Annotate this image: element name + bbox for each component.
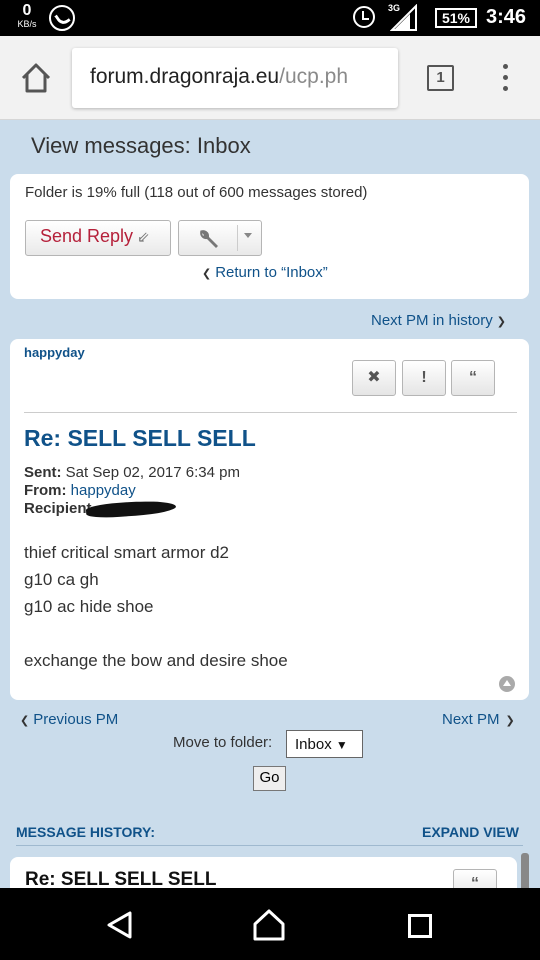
redaction-mark: [85, 498, 176, 520]
status-bar: 0 KB/s 3G 51% 3:46: [0, 0, 540, 36]
url-path: /ucp.ph: [279, 65, 349, 88]
body-line: exchange the bow and desire shoe: [24, 651, 288, 670]
reply-arrow-icon: ⇙: [137, 229, 150, 246]
next-pm-link[interactable]: Next PM ❯: [442, 711, 515, 728]
folder-select-value: Inbox: [295, 736, 332, 753]
next-pm-in-history-link[interactable]: Next PM in history ❯: [371, 312, 506, 329]
network-speed: 0 KB/s: [12, 3, 42, 29]
browser-toolbar: forum.dragonraja.eu/ucp.ph 1: [0, 36, 540, 120]
whatsapp-icon: [49, 5, 75, 31]
signal-icon: [390, 4, 417, 31]
recent-apps-icon[interactable]: [408, 914, 432, 938]
battery-level: 51%: [441, 10, 471, 26]
chevron-left-icon: ❮: [20, 715, 30, 727]
alarm-icon: [353, 6, 375, 28]
sent-value: Sat Sep 02, 2017 6:34 pm: [65, 464, 240, 481]
folder-info: Folder is 19% full (118 out of 600 messa…: [25, 184, 368, 201]
message-history-label: MESSAGE HISTORY:: [16, 824, 155, 840]
delete-button[interactable]: ✖: [352, 360, 396, 396]
chevron-right-icon: ❯: [496, 316, 506, 328]
send-reply-button[interactable]: Send Reply ⇙: [25, 220, 171, 256]
return-to-inbox-link[interactable]: ❮ Return to “Inbox”: [202, 264, 328, 281]
folder-select[interactable]: Inbox ▼: [286, 730, 363, 758]
message-author[interactable]: happyday: [24, 345, 85, 360]
back-to-top-icon[interactable]: [499, 676, 515, 692]
expand-view-link[interactable]: EXPAND VIEW: [422, 824, 519, 840]
network-speed-unit: KB/s: [17, 19, 37, 29]
chevron-down-icon: [244, 233, 252, 238]
url-bar[interactable]: forum.dragonraja.eu/ucp.ph: [72, 48, 398, 108]
move-to-folder-label: Move to folder:: [173, 734, 273, 751]
message-title[interactable]: Re: SELL SELL SELL: [24, 425, 256, 452]
from-link[interactable]: happyday: [71, 482, 136, 499]
system-nav-bar: [0, 888, 540, 960]
tools-separator: [237, 225, 238, 251]
network-speed-value: 0: [22, 2, 32, 19]
body-line: thief critical smart armor d2: [24, 543, 229, 562]
tab-switcher-button[interactable]: 1: [427, 65, 454, 91]
chevron-right-icon: ❯: [505, 715, 515, 727]
body-line: [24, 620, 288, 647]
home-icon[interactable]: [20, 61, 52, 95]
home-nav-icon[interactable]: [252, 908, 286, 942]
next-pm-label: Next PM: [442, 711, 500, 728]
quote-button[interactable]: “: [451, 360, 495, 396]
page-title: View messages: Inbox: [31, 133, 251, 158]
dropdown-arrow-icon: ▼: [335, 738, 348, 752]
back-icon[interactable]: [106, 910, 134, 940]
message-panel: happyday ✖ ! “ Re: SELL SELL SELL Sent: …: [10, 339, 529, 700]
previous-pm-link[interactable]: ❮ Previous PM: [20, 711, 118, 728]
message-meta: Sent: Sat Sep 02, 2017 6:34 pm From: hap…: [24, 464, 240, 520]
body-line: g10 ac hide shoe: [24, 597, 154, 616]
sent-label: Sent:: [24, 464, 62, 481]
overflow-menu-icon[interactable]: [500, 64, 510, 94]
clock: 3:46: [486, 6, 527, 28]
chevron-left-icon: ❮: [202, 268, 212, 280]
scrollbar[interactable]: [521, 853, 529, 893]
divider: [24, 412, 517, 413]
battery-icon: 51%: [435, 8, 477, 28]
send-reply-label: Send Reply: [40, 226, 134, 246]
from-label: From:: [24, 482, 67, 499]
folder-panel: Folder is 19% full (118 out of 600 messa…: [10, 174, 529, 299]
history-divider: [16, 845, 523, 846]
previous-pm-label: Previous PM: [33, 711, 119, 728]
return-link-label: Return to “Inbox”: [215, 264, 328, 281]
next-history-label: Next PM in history: [371, 312, 493, 329]
body-line: g10 ca gh: [24, 570, 99, 589]
recipient-label: Recipient: [24, 500, 92, 517]
tools-dropdown-button[interactable]: [178, 220, 262, 256]
go-button[interactable]: Go: [253, 766, 286, 791]
report-button[interactable]: !: [402, 360, 446, 396]
url-domain: forum.dragonraja.eu: [90, 65, 280, 88]
message-body: thief critical smart armor d2 g10 ca gh …: [24, 539, 288, 674]
wrench-icon: [200, 230, 218, 248]
